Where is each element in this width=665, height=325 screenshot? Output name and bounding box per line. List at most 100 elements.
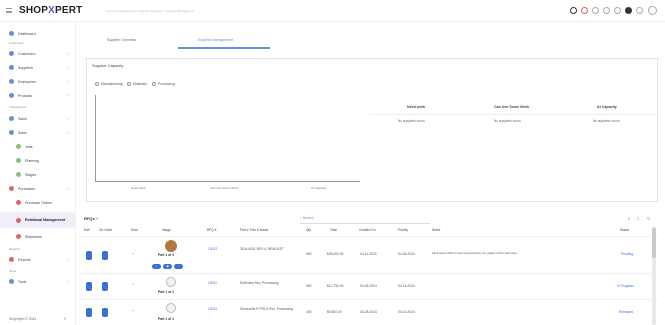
- col-notes[interactable]: Notes: [432, 228, 440, 232]
- sidebar-item-dashboard[interactable]: Dashboard: [0, 28, 76, 39]
- add-icon[interactable]: +: [96, 216, 98, 221]
- tab-supplier-management[interactable]: Supplier Management: [198, 38, 233, 42]
- status-badge[interactable]: Released: [619, 310, 633, 314]
- brand-logo[interactable]: SHOPXPERT: [19, 5, 83, 16]
- col-part[interactable]: Part #, Rev & Name: [240, 228, 268, 232]
- hold-icon[interactable]: +: [132, 252, 134, 256]
- tab-supplier-overview[interactable]: Supplier Overview: [107, 38, 136, 42]
- filter-manufacturing[interactable]: Manufacturing: [95, 82, 123, 86]
- prev-part-button[interactable]: ‹: [152, 264, 161, 269]
- sidebar-item-sales-2[interactable]: Sales ›: [0, 127, 76, 138]
- col-total[interactable]: Total: [330, 228, 337, 232]
- sidebar-section: Transactions: [9, 105, 27, 109]
- notification-icon[interactable]: [581, 7, 588, 14]
- created-on: 03-28-2024: [360, 310, 377, 314]
- menu-icon[interactable]: [6, 8, 12, 13]
- status-badge[interactable]: Pending: [621, 252, 633, 256]
- search-icon[interactable]: [603, 7, 610, 14]
- part-count: Part 1 of 1: [158, 317, 174, 321]
- col-created[interactable]: Created On: [359, 228, 375, 232]
- on-order-icon[interactable]: [102, 251, 108, 260]
- refresh-icon[interactable]: ↻: [647, 216, 650, 221]
- sidebar-item-relational-management[interactable]: Relational Management: [0, 212, 76, 228]
- col-edit[interactable]: Edit: [84, 228, 90, 232]
- sidebar-item-sales[interactable]: Sales ›: [0, 113, 76, 124]
- settings-icon[interactable]: [636, 7, 643, 14]
- view-part-button[interactable]: ◉: [163, 264, 172, 269]
- capacity-header-can-use: Can Use Some Work: [494, 105, 530, 109]
- edit-icon[interactable]: [86, 308, 92, 317]
- status-badge[interactable]: In Progress: [617, 284, 634, 288]
- rfq-number[interactable]: 10011: [208, 281, 217, 285]
- sidebar-section: Customers: [9, 41, 24, 45]
- chevron-down-icon: ›: [66, 93, 68, 98]
- col-priority[interactable]: Priority: [398, 228, 408, 232]
- collapse-sidebar-icon[interactable]: ‹: [64, 316, 66, 322]
- sidebar-item-shipments[interactable]: Shipments: [0, 231, 76, 242]
- part-count: Part 1 of 3: [158, 253, 174, 257]
- chat-icon[interactable]: [592, 7, 599, 14]
- rfq-number[interactable]: 10010: [208, 307, 217, 311]
- theme-icon[interactable]: [570, 7, 577, 14]
- sidebar-item-purchase-orders[interactable]: Purchase Orders: [0, 197, 76, 208]
- capacity-chart: [95, 95, 360, 182]
- stages-icon: [16, 172, 21, 177]
- jobs-icon: [16, 144, 21, 149]
- sidebar-footer: ShopXpert © 2024: [9, 317, 37, 321]
- chevron-down-icon: ›: [66, 51, 68, 56]
- radio-icon: [95, 82, 99, 86]
- on-order-icon[interactable]: [102, 282, 108, 291]
- col-rfq[interactable]: RFQ #: [207, 228, 216, 232]
- sidebar-item-employees[interactable]: Employees ›: [0, 76, 76, 87]
- rfq-search-input[interactable]: ⌕ Search: [300, 216, 430, 224]
- col-qty[interactable]: Qty: [306, 228, 311, 232]
- next-part-button[interactable]: ›: [174, 264, 183, 269]
- edit-icon[interactable]: [86, 282, 92, 291]
- dark-mode-icon[interactable]: [625, 7, 632, 14]
- avatar[interactable]: [648, 6, 657, 15]
- total: $9,500.00: [327, 310, 342, 314]
- chevron-down-icon: ›: [66, 79, 68, 84]
- sidebar-item-tools[interactable]: Tools ›: [0, 276, 76, 287]
- table-scrollbar-thumb[interactable]: [652, 228, 656, 258]
- total: $12,750.00: [327, 284, 344, 288]
- hold-icon[interactable]: +: [132, 283, 134, 287]
- part-image: [166, 277, 176, 287]
- download-icon[interactable]: ⇩: [627, 216, 630, 221]
- table-row[interactable]: + Part 1 of 1 10011 Edit/Labs Rev, Proce…: [80, 273, 658, 298]
- active-tab-indicator: [178, 47, 270, 49]
- table-row[interactable]: + Part 1 of 1 10010 Stonecells P-PROJ Re…: [80, 299, 658, 325]
- sidebar-item-jobs[interactable]: Jobs: [0, 141, 76, 152]
- hold-icon[interactable]: +: [132, 309, 134, 313]
- reports-icon: [9, 257, 14, 262]
- grid-icon[interactable]: [614, 7, 621, 14]
- x-label-can-use-some-work: Can Use Some Work: [210, 186, 239, 190]
- col-status[interactable]: Status: [620, 228, 629, 232]
- part-name: Stonecells P-PROJ Rev, Processing: [240, 307, 293, 311]
- sidebar-item-reports[interactable]: Reports ›: [0, 254, 76, 265]
- col-hold[interactable]: Hold: [131, 228, 138, 232]
- table-row[interactable]: + Part 1 of 3 ‹ ◉ › 10012 3104-0001 REV …: [80, 236, 658, 272]
- top-bar: [0, 0, 665, 22]
- sidebar-item-products[interactable]: Products ›: [0, 90, 76, 101]
- chevron-down-icon: ›: [66, 130, 68, 135]
- col-image[interactable]: Image: [162, 228, 171, 232]
- sidebar-item-customers[interactable]: Customers ›: [0, 48, 76, 59]
- chevron-down-icon: ›: [66, 279, 68, 284]
- sidebar-item-suppliers[interactable]: Suppliers ›: [0, 62, 76, 73]
- on-order-icon[interactable]: [102, 308, 108, 317]
- sidebar-item-planning[interactable]: Planning: [0, 155, 76, 166]
- filter-icon[interactable]: ≡: [637, 216, 639, 221]
- edit-icon[interactable]: [86, 251, 92, 260]
- customers-icon: [9, 51, 14, 56]
- sidebar-item-purchases[interactable]: Purchases ›: [0, 183, 76, 194]
- planning-icon: [16, 158, 21, 163]
- filter-materials[interactable]: Materials: [127, 82, 147, 86]
- part-name: 3104-0001 REV A, BRACKET: [240, 247, 284, 251]
- col-on-order[interactable]: On Order: [99, 228, 112, 232]
- capacity-header-need-work: Need work: [407, 105, 426, 109]
- filter-processing[interactable]: Processing: [152, 82, 175, 86]
- rfq-number[interactable]: 10012: [208, 247, 217, 251]
- sidebar-item-stages[interactable]: Stages: [0, 169, 76, 180]
- breadcrumb[interactable]: Inventory Management / Supplier Overview…: [105, 9, 194, 13]
